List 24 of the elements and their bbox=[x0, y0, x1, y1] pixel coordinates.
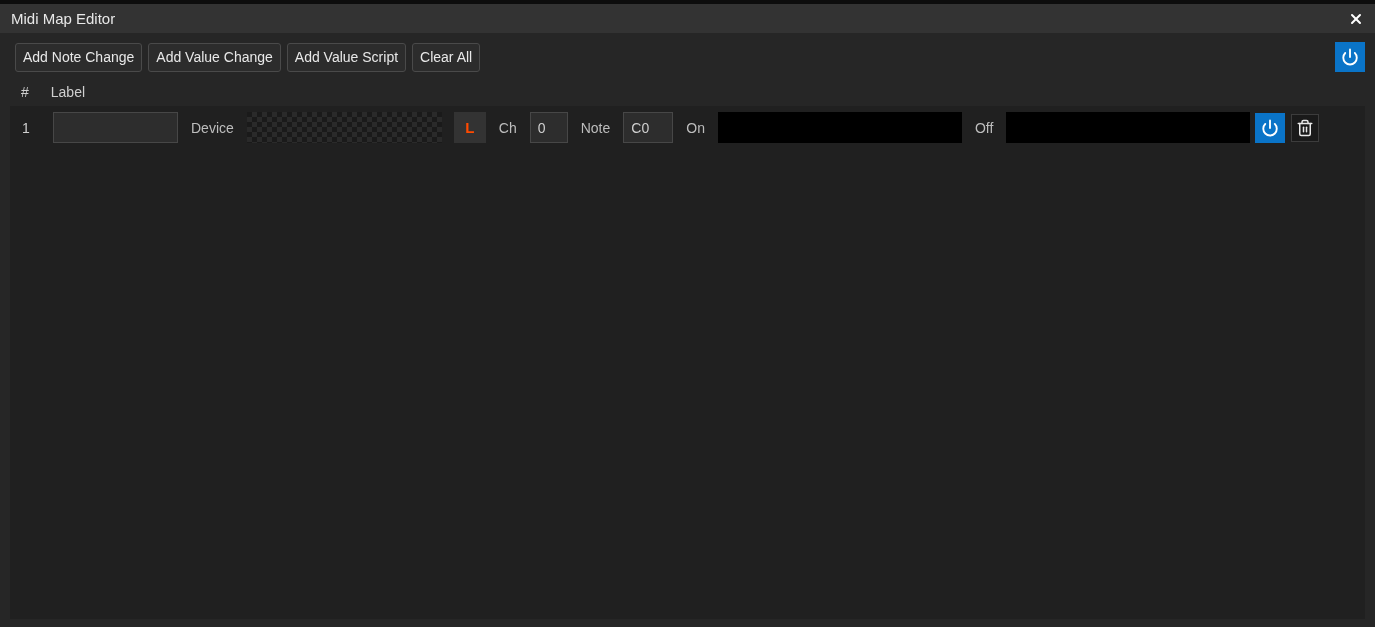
power-button[interactable] bbox=[1255, 112, 1286, 143]
note-field[interactable]: C0 bbox=[623, 112, 674, 143]
device-label: Device bbox=[191, 119, 234, 136]
note-label: Note bbox=[580, 119, 611, 136]
toolbar-button[interactable]: Add Value Script bbox=[286, 42, 407, 72]
trash-icon bbox=[1296, 118, 1315, 137]
column-header: # bbox=[21, 84, 29, 100]
power-icon bbox=[1341, 48, 1359, 66]
on-label: On bbox=[686, 119, 705, 136]
toolbar-button[interactable]: Add Note Change bbox=[15, 42, 143, 72]
toolbar-button[interactable]: Add Value Change bbox=[148, 42, 281, 72]
channel-label: Ch bbox=[498, 119, 517, 136]
column-header: Label bbox=[50, 84, 86, 100]
delete-button[interactable] bbox=[1291, 113, 1320, 142]
channel-field[interactable]: 0 bbox=[529, 112, 568, 143]
toolbar-button[interactable]: Clear All bbox=[412, 42, 481, 72]
power-icon bbox=[1261, 118, 1280, 137]
row-number: 1 bbox=[22, 119, 31, 136]
learn-button[interactable]: L bbox=[453, 112, 486, 143]
on-script-field[interactable] bbox=[717, 112, 962, 143]
label-field[interactable] bbox=[53, 112, 178, 143]
off-script-field[interactable] bbox=[1006, 112, 1251, 143]
off-label: Off bbox=[974, 119, 994, 136]
window-title: Midi Map Editor bbox=[11, 10, 116, 27]
